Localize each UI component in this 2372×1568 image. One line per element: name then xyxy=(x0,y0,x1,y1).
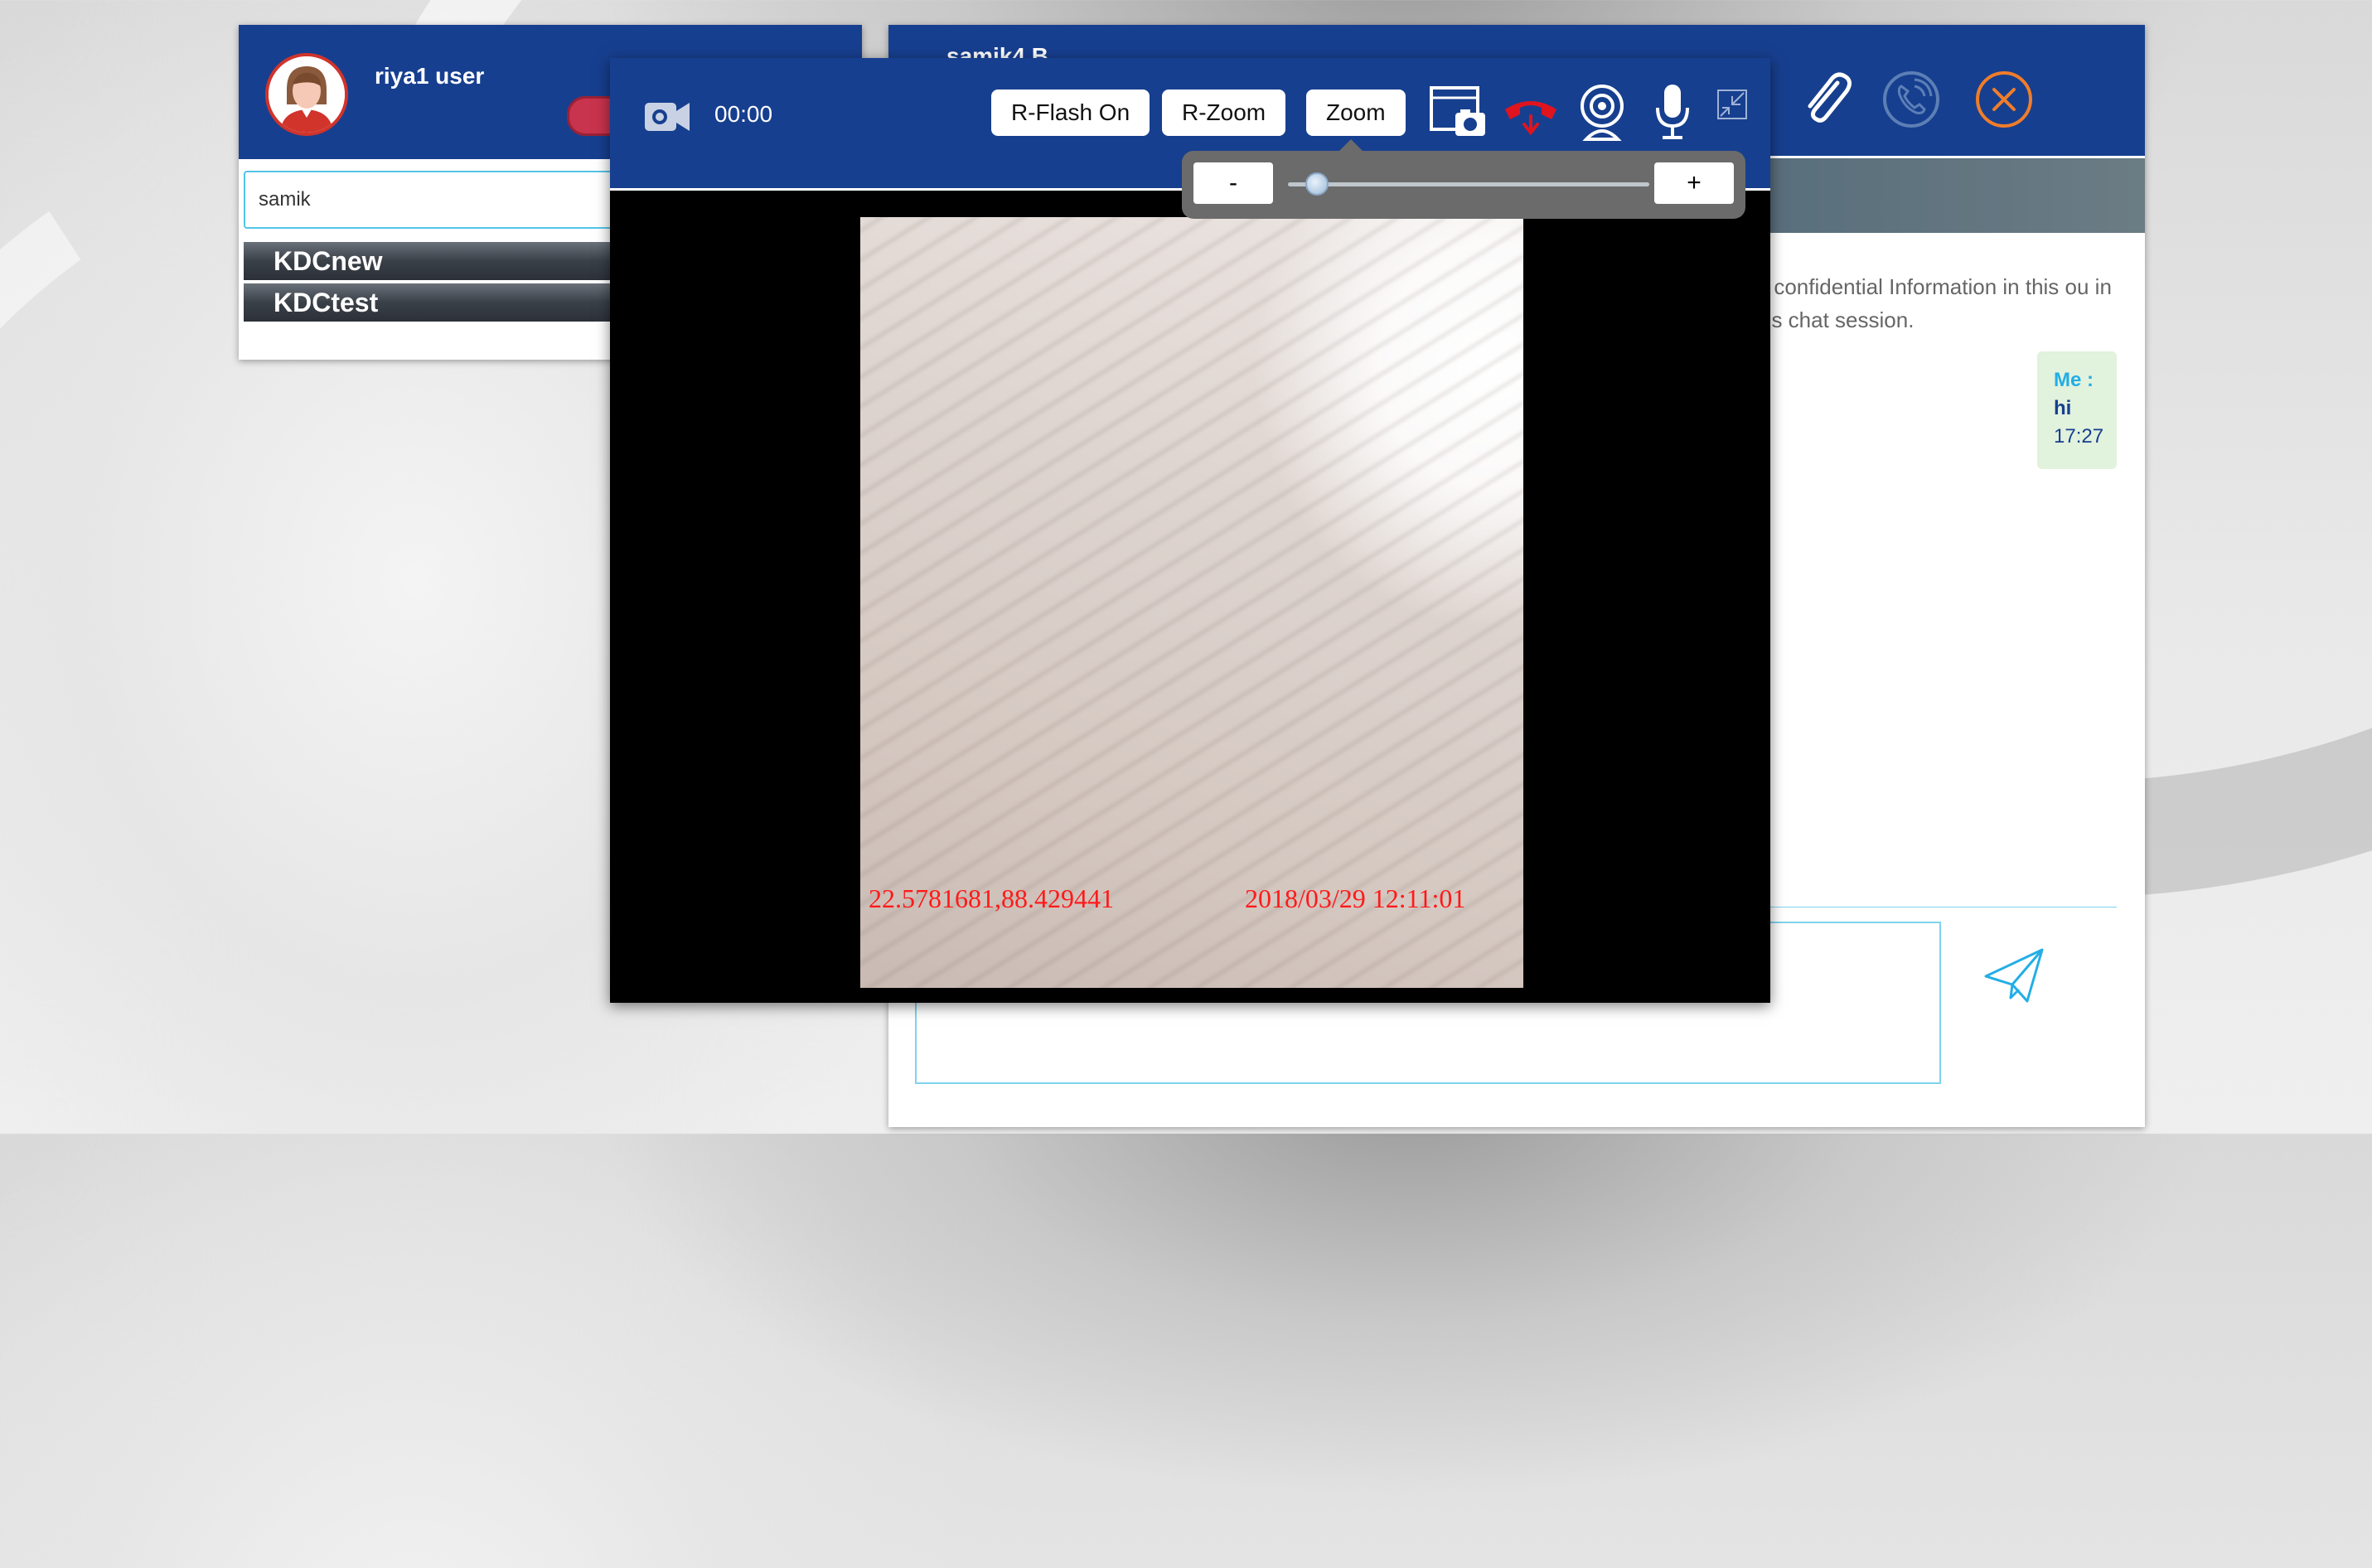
paperclip-icon[interactable] xyxy=(1792,66,1858,133)
message-sender: Me : xyxy=(2054,369,2094,391)
screenshot-icon[interactable] xyxy=(1429,85,1487,141)
zoom-popover: - + xyxy=(1182,139,1745,219)
zoom-button[interactable]: Zoom xyxy=(1306,90,1406,136)
close-icon[interactable] xyxy=(1971,66,2037,133)
avatar[interactable] xyxy=(265,53,348,136)
zoom-in-button[interactable]: + xyxy=(1654,162,1734,204)
feed-timestamp: 2018/03/29 12:11:01 xyxy=(1245,883,1466,913)
phone-icon[interactable] xyxy=(1878,66,1944,133)
r-zoom-button[interactable]: R-Zoom xyxy=(1162,90,1286,136)
zoom-slider-handle[interactable] xyxy=(1305,172,1329,196)
video-camera-icon xyxy=(645,103,690,131)
send-icon[interactable] xyxy=(1981,943,2047,1009)
r-flash-on-button[interactable]: R-Flash On xyxy=(991,90,1150,136)
zoom-out-button[interactable]: - xyxy=(1193,162,1273,204)
call-timer: 00:00 xyxy=(714,101,773,127)
message-text: hi xyxy=(2054,397,2072,419)
zoom-slider[interactable] xyxy=(1288,172,1649,196)
gps-coordinates: 22.5781681,88.429441 xyxy=(869,883,1114,913)
video-feed: 22.5781681,88.429441 2018/03/29 12:11:01 xyxy=(860,217,1523,988)
webcam-icon[interactable] xyxy=(1576,83,1628,143)
end-call-icon[interactable] xyxy=(1502,91,1560,136)
avatar-icon xyxy=(269,56,345,133)
message-time: 17:27 xyxy=(2054,425,2104,448)
microphone-icon[interactable] xyxy=(1651,81,1694,143)
disclaimer-text: er confidential Information in this ou i… xyxy=(1749,274,2112,332)
feed-texture xyxy=(860,217,1523,988)
video-call-window: 00:00 R-Flash On R-Zoom Zoom - + 22.5781… xyxy=(610,58,1770,1003)
minimize-icon[interactable] xyxy=(1716,88,1749,121)
message-bubble: Me : hi 17:27 xyxy=(2037,351,2117,469)
user-name: riya1 user xyxy=(375,63,485,89)
